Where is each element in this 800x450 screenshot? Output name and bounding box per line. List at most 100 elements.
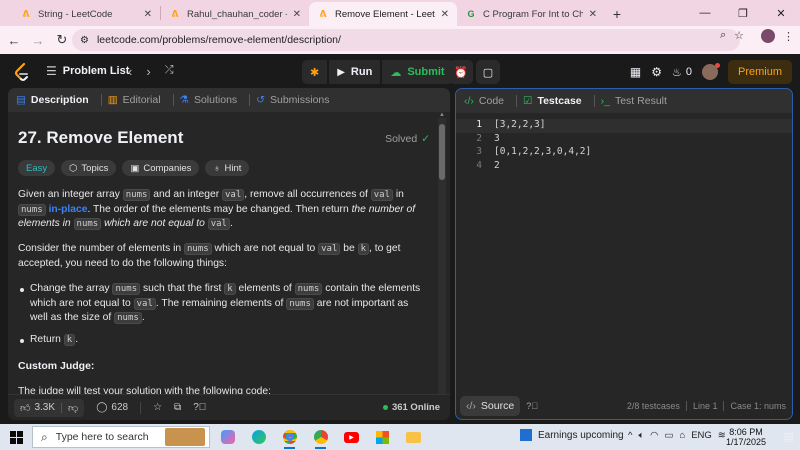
premium-button[interactable]: Premium bbox=[727, 60, 792, 84]
weather-widget[interactable]: Earnings upcoming bbox=[520, 429, 624, 441]
online-dot bbox=[382, 405, 388, 410]
browser-tab-c-program[interactable]: G C Program For Int to Char Conversion ✕ bbox=[457, 2, 605, 26]
prev-problem-icon[interactable]: ‹ bbox=[128, 64, 132, 79]
favorite-star-icon[interactable]: ☆ bbox=[153, 402, 162, 413]
terminal-icon: ›_ bbox=[600, 95, 610, 107]
shuffle-icon[interactable]: ⤮ bbox=[165, 64, 174, 79]
layout-grid-icon[interactable]: ▦ bbox=[630, 65, 641, 79]
problem-title[interactable]: 27. Remove Element bbox=[18, 128, 183, 148]
battery-icon[interactable]: ▭ bbox=[664, 430, 673, 441]
forward-arrow-icon[interactable]: → bbox=[26, 28, 50, 52]
list-icon: ☰ bbox=[46, 64, 57, 78]
site-info-icon[interactable]: ⚙ bbox=[80, 35, 89, 46]
thumbs-down-icon[interactable]: 👎︎ bbox=[68, 402, 78, 414]
network-icon[interactable]: ⌂ bbox=[679, 430, 685, 441]
edge-icon[interactable] bbox=[243, 424, 274, 450]
flame-icon: ♨ bbox=[671, 66, 682, 79]
leetcode-logo-icon[interactable] bbox=[14, 63, 30, 81]
bookmark-star-icon[interactable]: ☆ bbox=[734, 29, 744, 42]
line-text: [3,2,2,3] bbox=[494, 119, 546, 130]
back-arrow-icon[interactable]: ← bbox=[2, 28, 26, 52]
close-icon[interactable]: ✕ bbox=[441, 9, 449, 20]
tag-label: Hint bbox=[224, 162, 242, 174]
microsoft-store-icon[interactable] bbox=[367, 424, 398, 450]
cloud-upload-icon: ☁ bbox=[390, 66, 402, 79]
online-label: 361 Online bbox=[391, 402, 440, 413]
source-button[interactable]: ‹/› Source bbox=[460, 396, 521, 416]
window-close-icon[interactable]: ✕ bbox=[762, 0, 800, 26]
debug-button[interactable]: ✱ bbox=[302, 60, 328, 84]
file-explorer-icon[interactable] bbox=[398, 424, 429, 450]
share-icon[interactable]: ⧉ bbox=[174, 402, 181, 413]
line-number: 4 bbox=[476, 159, 482, 171]
windows-start-button[interactable] bbox=[3, 424, 29, 450]
new-tab-button[interactable]: + bbox=[605, 2, 629, 26]
streak-counter[interactable]: ♨ 0 bbox=[672, 66, 692, 79]
settings-gear-icon[interactable]: ⚙ bbox=[651, 65, 662, 79]
topics-tag[interactable]: ⬡ Topics bbox=[61, 160, 117, 176]
description-scrollbar[interactable]: ▲ ▼ bbox=[438, 112, 446, 402]
companies-tag[interactable]: ▣ Companies bbox=[122, 160, 200, 176]
kebab-menu-icon[interactable]: ⋮ bbox=[783, 30, 794, 43]
run-label: Run bbox=[350, 66, 373, 78]
url-bar[interactable]: ⚙ leetcode.com/problems/remove-element/d… bbox=[72, 29, 740, 51]
next-problem-icon[interactable]: › bbox=[146, 64, 150, 79]
help-icon[interactable]: ?⃝ bbox=[193, 402, 206, 413]
restore-icon[interactable]: ❐ bbox=[724, 0, 762, 26]
flask-icon: ⚗ bbox=[179, 94, 189, 106]
editor-line[interactable]: 3 [0,1,2,2,3,0,4,2] bbox=[456, 146, 792, 160]
zoom-icon[interactable]: ⌕ bbox=[720, 29, 726, 42]
taskbar-search[interactable]: ⌕ Type here to search bbox=[32, 426, 210, 448]
minimize-icon[interactable]: — bbox=[686, 0, 724, 26]
windows-taskbar: ⌕ Type here to search ▶ Earnings upcomin… bbox=[0, 424, 800, 450]
tab-testcase[interactable]: ☑ Testcase bbox=[523, 95, 582, 107]
comments-button[interactable]: ◯ 628 bbox=[96, 402, 128, 413]
user-avatar[interactable] bbox=[701, 63, 720, 80]
close-icon[interactable]: ✕ bbox=[293, 9, 301, 20]
help-icon[interactable]: ?⃝ bbox=[526, 401, 538, 411]
scroll-up-icon[interactable]: ▲ bbox=[438, 112, 446, 118]
in-place-link[interactable]: in-place bbox=[49, 204, 88, 215]
editor-line[interactable]: 1 [3,2,2,3] bbox=[456, 119, 792, 133]
close-icon[interactable]: ✕ bbox=[589, 9, 597, 20]
tab-submissions[interactable]: ↺ Submissions bbox=[256, 94, 329, 106]
like-dislike-group: 👍︎ 3.3K 👎︎ bbox=[14, 398, 85, 417]
wifi-icon[interactable]: ◠ bbox=[650, 430, 658, 441]
youtube-icon[interactable]: ▶ bbox=[336, 424, 367, 450]
submit-button[interactable]: ☁ Submit bbox=[382, 60, 453, 84]
chevron-up-icon[interactable]: ^ bbox=[628, 430, 632, 441]
custom-judge-heading: Custom Judge: bbox=[18, 360, 95, 372]
browser-tab-profile[interactable]: ᕕ Rahul_chauhan_coder - LeetCode ✕ bbox=[161, 2, 309, 26]
run-button[interactable]: ▶ Run bbox=[329, 60, 381, 84]
reload-icon[interactable]: ↻ bbox=[50, 28, 74, 52]
note-icon: ▢ bbox=[482, 66, 494, 79]
speaker-icon[interactable]: 🔈︎ bbox=[638, 430, 644, 441]
copilot-icon[interactable] bbox=[212, 424, 243, 450]
taskbar-clock[interactable]: 8:06 PM 1/17/2025 bbox=[724, 427, 768, 447]
thumbs-up-icon[interactable]: 👍︎ bbox=[20, 402, 30, 414]
profile-avatar[interactable] bbox=[761, 29, 775, 43]
tab-solutions[interactable]: ⚗ Solutions bbox=[180, 94, 238, 106]
timer-button[interactable]: ⏰ bbox=[449, 60, 473, 84]
testcase-editor[interactable]: 1 [3,2,2,3] 2 3 3 [0,1,2,2,3,0,4,2] 4 2 bbox=[456, 119, 792, 173]
scrollbar-thumb[interactable] bbox=[439, 124, 445, 180]
tab-test-result[interactable]: ›_ Test Result bbox=[601, 95, 667, 107]
hint-tag[interactable]: ♁ Hint bbox=[205, 160, 250, 176]
problem-list-button[interactable]: ☰ Problem List bbox=[46, 64, 129, 78]
language-indicator[interactable]: ENG bbox=[691, 430, 712, 441]
tab-code[interactable]: ‹/› Code bbox=[464, 95, 504, 107]
editor-line[interactable]: 2 3 bbox=[456, 133, 792, 147]
notes-button[interactable]: ▢ bbox=[476, 60, 500, 84]
description-tabs: ▤ Description ▥ Editorial ⚗ Solutions ↺ … bbox=[8, 88, 450, 112]
browser-tab-remove-element[interactable]: ᕕ Remove Element - LeetCode ✕ bbox=[309, 2, 457, 26]
editor-line[interactable]: 4 2 bbox=[456, 160, 792, 174]
chrome-icon[interactable] bbox=[274, 424, 305, 450]
notification-icon[interactable]: ▤ bbox=[784, 430, 794, 443]
line-text: [0,1,2,2,3,0,4,2] bbox=[494, 146, 592, 157]
tab-label: Test Result bbox=[614, 95, 667, 107]
browser-tab-string[interactable]: ᕕ String - LeetCode ✕ bbox=[12, 2, 160, 26]
tab-description[interactable]: ▤ Description bbox=[16, 94, 89, 106]
tab-editorial[interactable]: ▥ Editorial bbox=[108, 94, 161, 106]
chrome-profile-icon[interactable] bbox=[305, 424, 336, 450]
close-icon[interactable]: ✕ bbox=[144, 9, 152, 20]
